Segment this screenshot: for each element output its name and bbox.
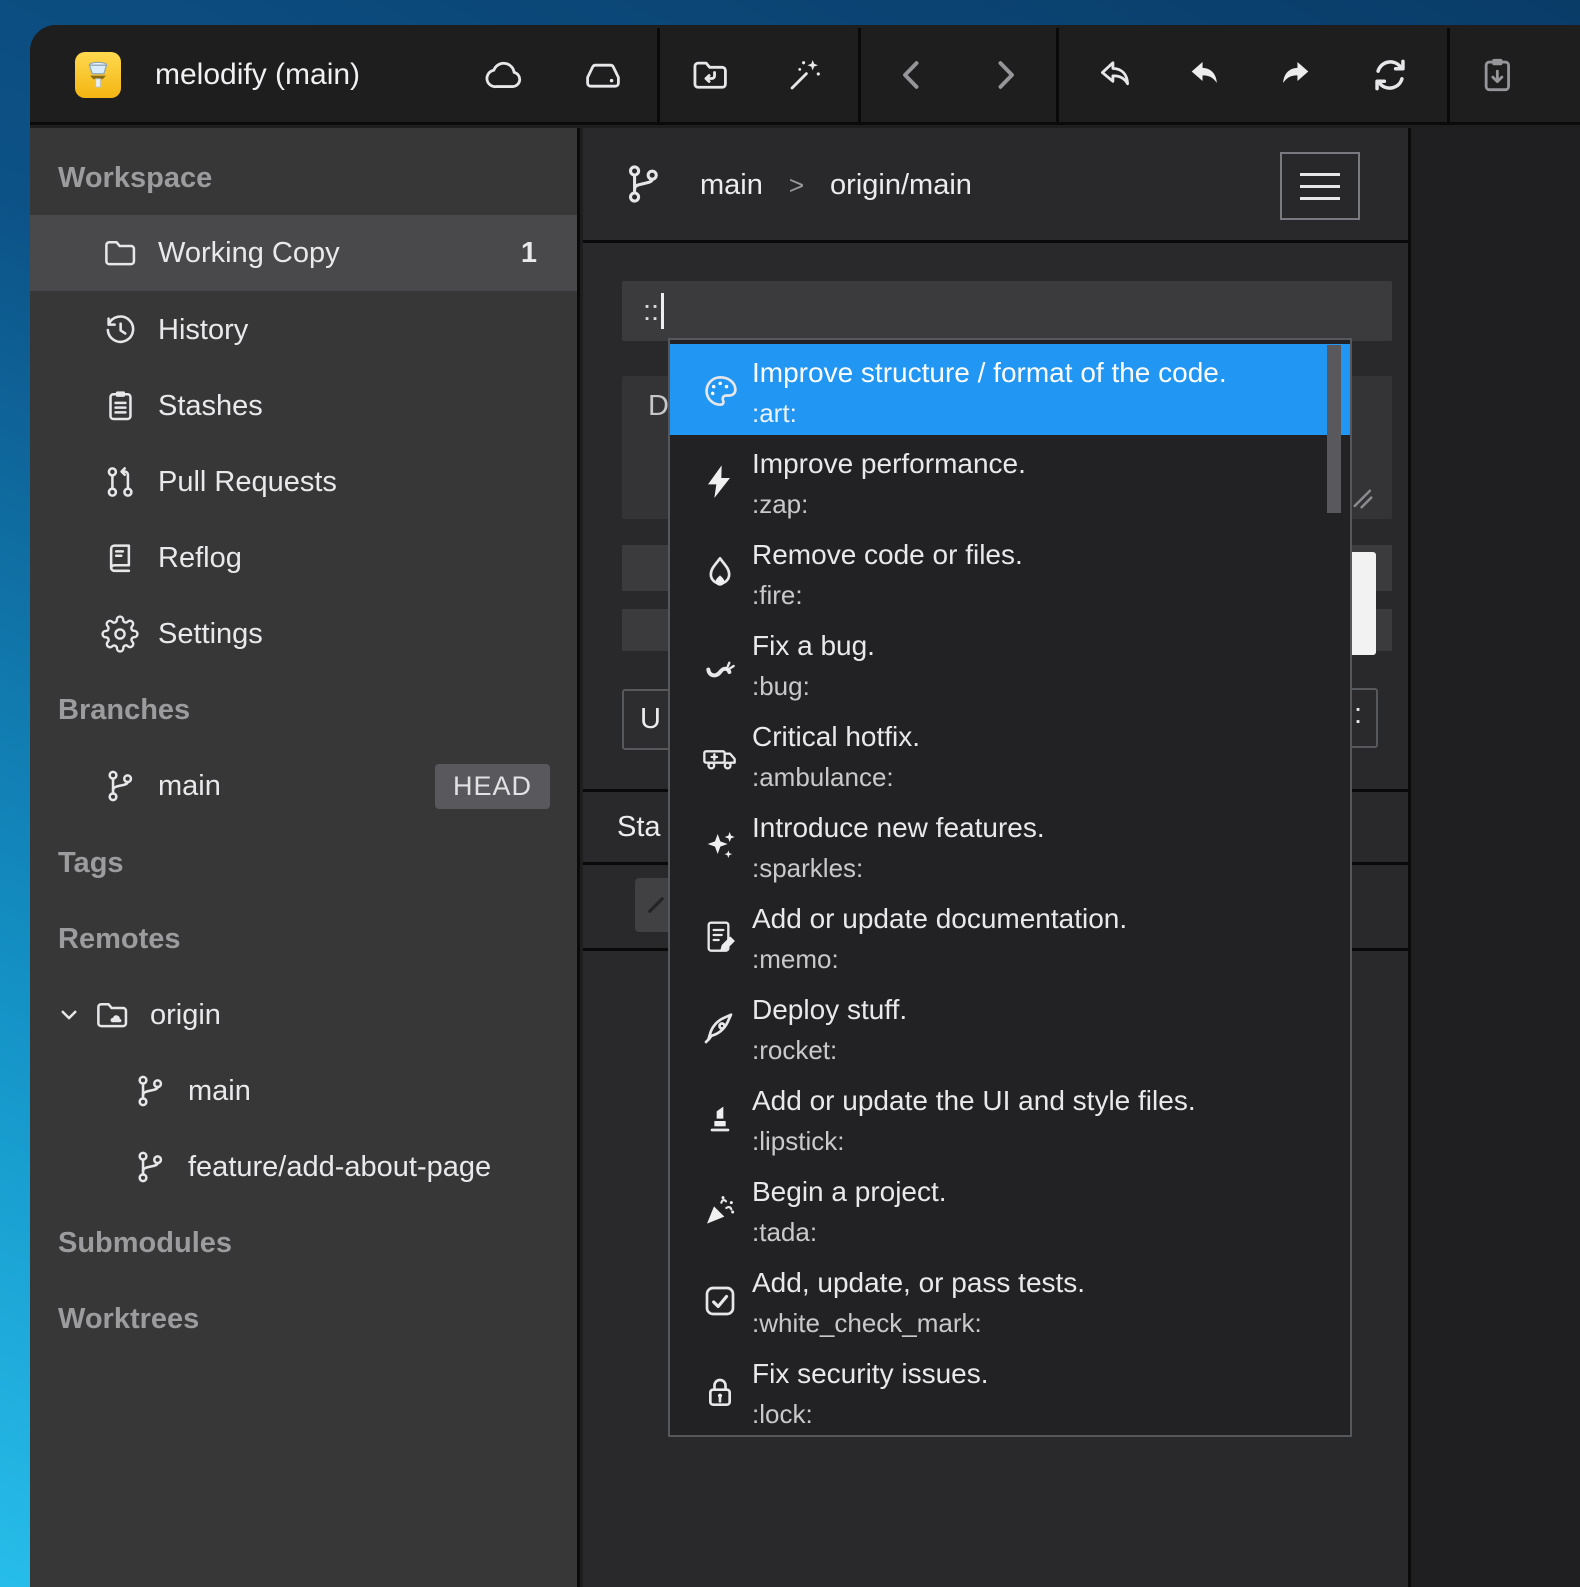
- suggestion-art[interactable]: Improve structure / format of the code. …: [670, 344, 1350, 435]
- dropdown-scrollbar-thumb[interactable]: [1327, 345, 1341, 513]
- party-popper-icon: [698, 1188, 742, 1232]
- history-clock-icon: [100, 310, 140, 350]
- sidebar-section-branches: Branches: [30, 672, 577, 748]
- breadcrumb-branch[interactable]: main: [700, 169, 763, 202]
- suggestion-fire[interactable]: Remove code or files. :fire:: [670, 526, 1350, 617]
- push-arrow-icon[interactable]: [1272, 52, 1318, 98]
- sidebar-section-submodules: Submodules: [30, 1205, 577, 1281]
- suggestion-rocket[interactable]: Deploy stuff. :rocket:: [670, 981, 1350, 1072]
- share-arrow-icon[interactable]: [1092, 52, 1138, 98]
- sidebar-item-history[interactable]: History: [30, 292, 577, 368]
- suggestion-lock[interactable]: Fix security issues. :lock:: [670, 1345, 1350, 1436]
- sidebar-item-pull-requests[interactable]: Pull Requests: [30, 444, 577, 520]
- open-repo-icon[interactable]: [687, 52, 733, 98]
- forward-icon[interactable]: [982, 52, 1028, 98]
- window-title: melodify (main): [155, 25, 360, 125]
- app-window: melodify (main): [30, 25, 1580, 1587]
- app-logo-icon: [75, 52, 121, 98]
- head-badge: HEAD: [435, 764, 550, 809]
- suggestion-lipstick[interactable]: Add or update the UI and style files. :l…: [670, 1072, 1350, 1163]
- branch-icon: [130, 1147, 170, 1187]
- book-icon: [100, 538, 140, 578]
- zap-icon: [698, 460, 742, 504]
- ambulance-icon: [698, 733, 742, 777]
- bug-icon: [698, 642, 742, 686]
- sidebar-section-tags: Tags: [30, 825, 577, 901]
- sidebar-section-worktrees: Worktrees: [30, 1281, 577, 1357]
- branch-icon: [100, 766, 140, 806]
- breadcrumb-separator: >: [789, 170, 804, 201]
- sidebar-item-settings[interactable]: Settings: [30, 596, 577, 672]
- sidebar-item-branch-main[interactable]: main HEAD: [30, 748, 577, 824]
- clipboard-import-icon[interactable]: [1474, 52, 1520, 98]
- right-button-fragment[interactable]: :: [1348, 688, 1378, 748]
- sidebar-item-reflog[interactable]: Reflog: [30, 520, 577, 596]
- palette-icon: [698, 369, 742, 413]
- pull-request-icon: [100, 462, 140, 502]
- branch-icon: [130, 1071, 170, 1111]
- sidebar-section-remotes: Remotes: [30, 901, 577, 977]
- sidebar-section-workspace: Workspace: [30, 140, 577, 216]
- sidebar-item-working-copy[interactable]: Working Copy 1: [30, 215, 577, 291]
- folder-icon: [100, 233, 140, 273]
- sidebar-item-remote-origin[interactable]: origin: [30, 977, 577, 1053]
- suggestion-sparkles[interactable]: Introduce new features. :sparkles:: [670, 799, 1350, 890]
- working-copy-count-badge: 1: [521, 237, 537, 270]
- fire-icon: [698, 551, 742, 595]
- branch-icon: [620, 161, 666, 207]
- suggestion-zap[interactable]: Improve performance. :zap:: [670, 435, 1350, 526]
- commit-summary-input[interactable]: ::: [622, 281, 1392, 341]
- textarea-resize-handle[interactable]: [1352, 488, 1374, 510]
- suggestion-memo[interactable]: Add or update documentation. :memo:: [670, 890, 1350, 981]
- clipboard-icon: [100, 386, 140, 426]
- suggestion-ambulance[interactable]: Critical hotfix. :ambulance:: [670, 708, 1350, 799]
- hamburger-menu-button[interactable]: [1280, 152, 1360, 220]
- breadcrumb-upstream[interactable]: origin/main: [830, 169, 972, 202]
- toolbar-separator: [858, 28, 861, 122]
- lock-icon: [698, 1370, 742, 1414]
- memo-icon: [698, 915, 742, 959]
- pull-arrow-icon[interactable]: [1182, 52, 1228, 98]
- drive-icon[interactable]: [580, 52, 626, 98]
- sidebar-item-remote-branch-main[interactable]: main: [30, 1053, 577, 1129]
- chevron-down-icon[interactable]: [52, 998, 86, 1032]
- sync-icon[interactable]: [1367, 52, 1413, 98]
- suggestion-white-check-mark[interactable]: Add, update, or pass tests. :white_check…: [670, 1254, 1350, 1345]
- toolbar: melodify (main): [30, 25, 1580, 125]
- text-caret: [661, 293, 664, 329]
- gitmoji-suggestion-dropdown: Improve structure / format of the code. …: [668, 338, 1352, 1437]
- check-mark-icon: [698, 1279, 742, 1323]
- sparkles-icon: [698, 824, 742, 868]
- suggestion-tada[interactable]: Begin a project. :tada:: [670, 1163, 1350, 1254]
- suggestion-bug[interactable]: Fix a bug. :bug:: [670, 617, 1350, 708]
- sidebar-item-remote-branch-feature[interactable]: feature/add-about-page: [30, 1129, 577, 1205]
- detail-panel: [1414, 128, 1580, 1587]
- back-icon[interactable]: [889, 52, 935, 98]
- gear-icon: [100, 614, 140, 654]
- cloud-icon[interactable]: [482, 52, 528, 98]
- sidebar-item-stashes[interactable]: Stashes: [30, 368, 577, 444]
- toolbar-separator: [1056, 28, 1059, 122]
- rocket-icon: [698, 1006, 742, 1050]
- staged-section-header: Sta: [617, 792, 661, 862]
- breadcrumb: main > origin/main: [583, 128, 1408, 243]
- magic-wand-icon[interactable]: [782, 52, 828, 98]
- toolbar-separator: [657, 28, 660, 122]
- lipstick-icon: [698, 1097, 742, 1141]
- toolbar-separator: [1447, 28, 1450, 122]
- remote-folder-icon: [92, 995, 132, 1035]
- sidebar: Workspace Working Copy 1 History Stashes: [30, 128, 580, 1587]
